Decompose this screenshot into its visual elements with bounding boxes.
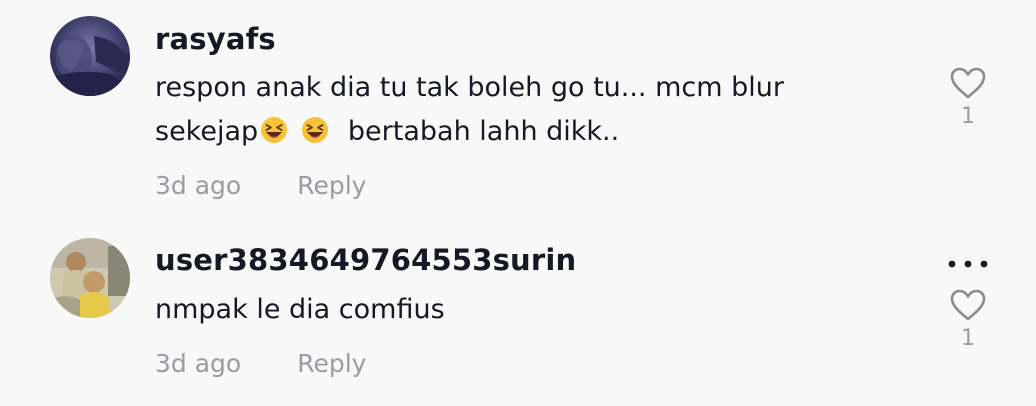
comment-item: rasyafs respon anak dia tu tak boleh go … (0, 0, 1036, 220)
comment-meta: 3d ago Reply (155, 349, 366, 378)
avatar[interactable] (50, 238, 130, 318)
like-count: 1 (961, 326, 975, 351)
avatar-image (50, 238, 130, 318)
comment-text: respon anak dia tu tak boleh go tu... mc… (155, 66, 784, 154)
reply-button[interactable]: Reply (297, 171, 366, 200)
comment-text: nmpak le dia comfius (155, 288, 445, 332)
comment-username[interactable]: user3834649764553surin (155, 243, 576, 277)
avatar-image (50, 16, 130, 96)
comment-text-line: respon anak dia tu tak boleh go tu... mc… (155, 72, 784, 103)
comment-text-line: nmpak le dia comfius (155, 294, 445, 325)
grinning-squinting-face-icon (261, 117, 288, 143)
comment-text-fragment: bertabah lahh dikk.. (347, 116, 620, 147)
grinning-squinting-face-icon (301, 117, 328, 143)
heart-outline-icon (950, 67, 986, 99)
comment-meta: 3d ago Reply (155, 171, 366, 200)
comment-item: user3834649764553surin nmpak le dia comf… (0, 220, 1036, 406)
avatar[interactable] (50, 16, 130, 96)
like-button[interactable]: 1 (940, 288, 996, 351)
reply-button[interactable]: Reply (297, 349, 366, 378)
heart-outline-icon (950, 289, 986, 321)
comment-timestamp: 3d ago (155, 171, 242, 200)
like-count: 1 (961, 104, 975, 129)
comment-username[interactable]: rasyafs (155, 22, 276, 56)
like-button[interactable]: 1 (940, 66, 996, 129)
comment-text-line: sekejap bertabah lahh dikk.. (155, 110, 784, 154)
more-options-icon[interactable] (945, 254, 991, 274)
comment-text-fragment: sekejap (155, 116, 259, 147)
comment-timestamp: 3d ago (155, 349, 242, 378)
